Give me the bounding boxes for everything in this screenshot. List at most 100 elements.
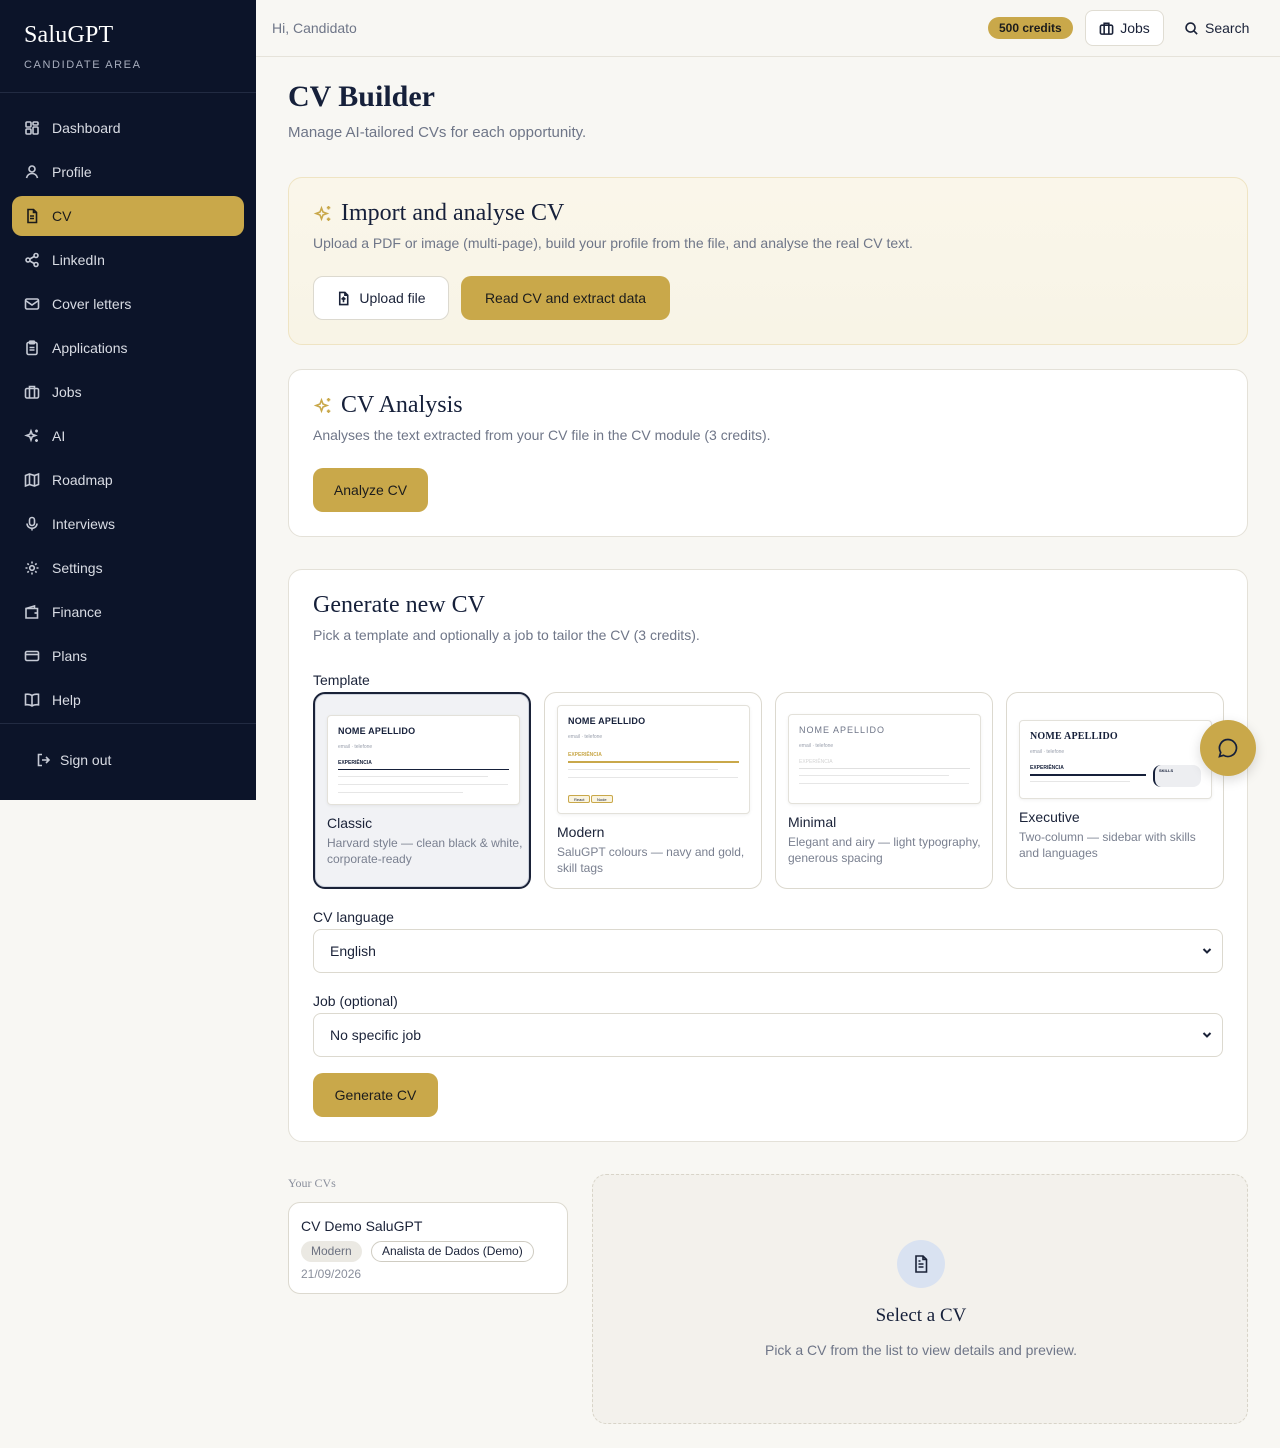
sidebar-item-label: AI bbox=[52, 428, 66, 444]
cv-date: 21/09/2026 bbox=[301, 1267, 362, 1281]
search-button-label: Search bbox=[1205, 20, 1250, 36]
cv-list-item[interactable]: CV Demo SaluGPT Modern Analista de Dados… bbox=[288, 1202, 568, 1294]
sidebar-item-jobs[interactable]: Jobs bbox=[12, 372, 244, 412]
upload-file-label: Upload file bbox=[359, 290, 426, 306]
sign-out-label: Sign out bbox=[60, 752, 112, 768]
document-icon bbox=[24, 208, 40, 224]
brand: SaluGPT CANDIDATE AREA bbox=[0, 0, 256, 93]
analyze-cv-label: Analyze CV bbox=[333, 482, 408, 498]
chat-button[interactable] bbox=[1200, 720, 1256, 776]
briefcase-icon bbox=[1099, 22, 1114, 35]
preview-contact: email · telefone bbox=[338, 744, 373, 750]
brand-name: SaluGPT bbox=[24, 22, 114, 48]
preview-line bbox=[338, 792, 463, 793]
template-preview: NOME APELLIDO email · telefone EXPERIÊNC… bbox=[327, 715, 520, 805]
read-cv-button[interactable]: Read CV and extract data bbox=[461, 276, 670, 320]
preview-section: EXPERIÊNCIA bbox=[338, 760, 372, 766]
template-option-minimal[interactable]: NOME APELLIDO email · telefone EXPERIÊNC… bbox=[775, 692, 993, 889]
preview-skill-tag: React bbox=[568, 795, 591, 803]
import-cv-card: Import and analyse CV Upload a PDF or im… bbox=[288, 177, 1248, 345]
sidebar-item-dashboard[interactable]: Dashboard bbox=[12, 108, 244, 148]
preview-rule bbox=[568, 761, 739, 763]
preview-name: NOME APELLIDO bbox=[799, 725, 886, 735]
job-value: No specific job bbox=[330, 1027, 422, 1043]
topbar: Hi, Candidato 500 credits Jobs Search bbox=[256, 0, 1280, 57]
preview-section: EXPERIÊNCIA bbox=[568, 752, 602, 758]
import-cv-description: Upload a PDF or image (multi-page), buil… bbox=[313, 235, 913, 251]
share-icon bbox=[24, 252, 40, 268]
cv-language-select[interactable]: English bbox=[313, 929, 1223, 973]
sidebar-item-settings[interactable]: Settings bbox=[12, 548, 244, 588]
sidebar-item-label: Profile bbox=[52, 164, 92, 180]
sparkles-icon bbox=[24, 428, 40, 444]
sidebar-item-label: LinkedIn bbox=[52, 252, 105, 268]
generate-cv-title: Generate new CV bbox=[313, 592, 485, 618]
cv-language-label: CV language bbox=[313, 909, 394, 925]
preview-section: EXPERIÊNCIA bbox=[1030, 765, 1064, 771]
search-icon bbox=[1185, 21, 1198, 35]
preview-line bbox=[568, 769, 718, 770]
sidebar-item-label: CV bbox=[52, 208, 72, 224]
job-select[interactable]: No specific job bbox=[313, 1013, 1223, 1057]
mic-icon bbox=[24, 516, 40, 532]
sidebar-item-interviews[interactable]: Interviews bbox=[12, 504, 244, 544]
template-option-classic[interactable]: NOME APELLIDO email · telefone EXPERIÊNC… bbox=[313, 692, 531, 889]
template-option-executive[interactable]: NOME APELLIDO email · telefone EXPERIÊNC… bbox=[1006, 692, 1224, 889]
card-icon bbox=[24, 648, 40, 664]
sidebar-item-label: Applications bbox=[52, 340, 128, 356]
sidebar-item-cover-letters[interactable]: Cover letters bbox=[12, 284, 244, 324]
template-label: Template bbox=[313, 672, 370, 688]
generate-cv-label: Generate CV bbox=[334, 1087, 417, 1103]
wallet-icon bbox=[24, 604, 40, 620]
sidebar-item-finance[interactable]: Finance bbox=[12, 592, 244, 632]
sidebar-item-ai[interactable]: AI bbox=[12, 416, 244, 456]
sidebar-item-applications[interactable]: Applications bbox=[12, 328, 244, 368]
sidebar-item-roadmap[interactable]: Roadmap bbox=[12, 460, 244, 500]
brand-subtitle: CANDIDATE AREA bbox=[24, 59, 142, 71]
sidebar-item-plans[interactable]: Plans bbox=[12, 636, 244, 676]
preview-line bbox=[338, 776, 488, 777]
sidebar-item-label: Dashboard bbox=[52, 120, 121, 136]
preview-line bbox=[799, 775, 949, 776]
sidebar-item-linkedin[interactable]: LinkedIn bbox=[12, 240, 244, 280]
job-label: Job (optional) bbox=[313, 993, 398, 1009]
sidebar-divider bbox=[0, 723, 256, 724]
sidebar-item-label: Help bbox=[52, 692, 81, 708]
greeting: Hi, Candidato bbox=[272, 20, 357, 36]
preview-section: EXPERIÊNCIA bbox=[799, 759, 833, 765]
preview-rule bbox=[338, 769, 509, 770]
template-description: Elegant and airy — light typography, gen… bbox=[788, 835, 981, 865]
template-description: SaluGPT colours — navy and gold, skill t… bbox=[557, 845, 745, 875]
generate-cv-description: Pick a template and optionally a job to … bbox=[313, 627, 700, 643]
preview-name: NOME APELLIDO bbox=[338, 726, 416, 736]
preview-contact: email · telefone bbox=[799, 743, 834, 749]
jobs-button[interactable]: Jobs bbox=[1085, 10, 1164, 46]
page-title: CV Builder bbox=[288, 80, 435, 113]
cv-analysis-title: CV Analysis bbox=[341, 392, 463, 418]
chat-bubble-icon bbox=[1218, 738, 1238, 758]
search-button[interactable]: Search bbox=[1184, 10, 1249, 46]
sidebar-item-cv[interactable]: CV bbox=[12, 196, 244, 236]
mail-icon bbox=[24, 296, 40, 312]
credits-badge: 500 credits bbox=[988, 17, 1073, 39]
template-preview: NOME APELLIDO email · telefone EXPERIÊNC… bbox=[557, 705, 750, 814]
cv-title: CV Demo SaluGPT bbox=[301, 1218, 423, 1234]
sidebar: SaluGPT CANDIDATE AREA Dashboard Profile… bbox=[0, 0, 256, 800]
sidebar-item-help[interactable]: Help bbox=[12, 680, 244, 720]
cv-analysis-header: CV Analysis bbox=[313, 392, 463, 419]
upload-file-button[interactable]: Upload file bbox=[313, 276, 449, 320]
sign-out-button[interactable]: Sign out bbox=[36, 752, 111, 768]
book-icon bbox=[24, 692, 40, 708]
generate-cv-button[interactable]: Generate CV bbox=[313, 1073, 438, 1117]
briefcase-icon bbox=[24, 384, 40, 400]
sidebar-item-profile[interactable]: Profile bbox=[12, 152, 244, 192]
sidebar-item-label: Interviews bbox=[52, 516, 116, 532]
preview-name: NOME APELLIDO bbox=[1030, 731, 1118, 742]
preview-sidebar-title: SKILLS bbox=[1159, 768, 1174, 773]
sidebar-item-label: Jobs bbox=[52, 384, 82, 400]
analyze-cv-button[interactable]: Analyze CV bbox=[313, 468, 428, 512]
preview-line bbox=[568, 777, 738, 778]
template-option-modern[interactable]: NOME APELLIDO email · telefone EXPERIÊNC… bbox=[544, 692, 762, 889]
cv-job-badge: Analista de Dados (Demo) bbox=[371, 1241, 534, 1262]
your-cvs-label: Your CVs bbox=[288, 1176, 336, 1190]
